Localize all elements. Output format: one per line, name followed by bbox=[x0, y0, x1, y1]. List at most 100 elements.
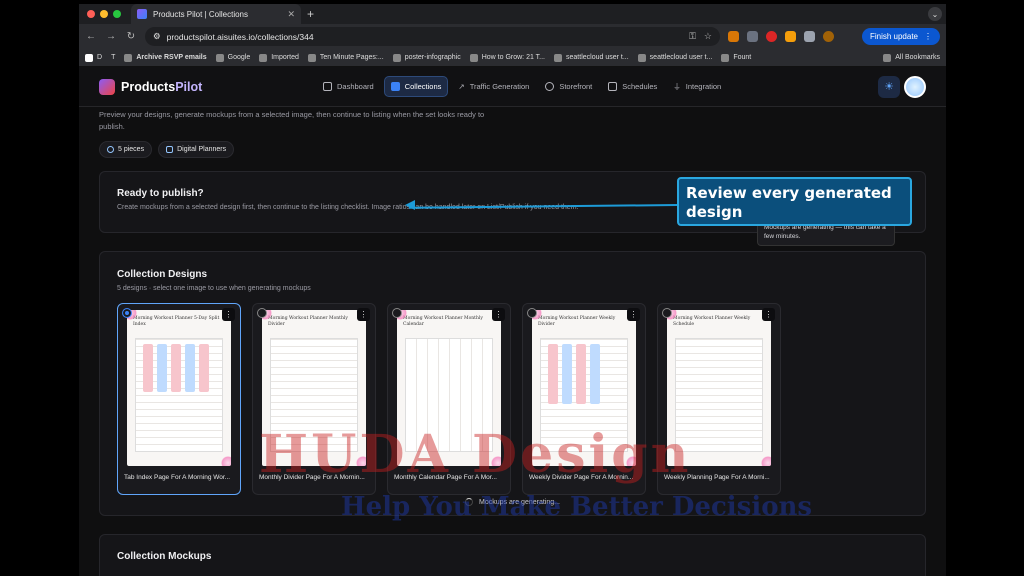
bookmark-icon bbox=[215, 53, 224, 62]
profile-icon[interactable] bbox=[823, 31, 834, 42]
app-header: ProductsPilot Dashboard Collections ↗ Tra… bbox=[79, 67, 946, 107]
rocket-logo-icon bbox=[99, 78, 115, 95]
annotation-arrow-head bbox=[405, 200, 415, 210]
select-radio[interactable] bbox=[662, 308, 672, 318]
key-icon[interactable]: ⚿ bbox=[689, 31, 696, 42]
bookmark-item[interactable]: How to Grow: 21 T... bbox=[469, 53, 545, 62]
bookmark-item[interactable]: D bbox=[85, 53, 102, 62]
sun-icon: ☀ bbox=[884, 81, 894, 93]
more-options-icon[interactable]: ⋮ bbox=[627, 308, 640, 321]
nav-dashboard[interactable]: Dashboard bbox=[317, 76, 380, 97]
design-thumb-title: Morning Workout Planner Weekly Divider bbox=[538, 316, 616, 327]
bookmark-icon bbox=[392, 53, 401, 62]
extension-icon[interactable] bbox=[747, 31, 758, 42]
bookmark-icon bbox=[124, 53, 133, 62]
tag-icon bbox=[166, 146, 174, 153]
url-text: productspilot.aisuites.io/collections/34… bbox=[166, 31, 314, 42]
select-radio[interactable] bbox=[392, 308, 402, 318]
bookmark-item[interactable]: Archive RSVP emails bbox=[124, 53, 207, 62]
new-tab-icon[interactable]: + bbox=[307, 7, 314, 21]
more-options-icon[interactable]: ⋮ bbox=[357, 308, 370, 321]
bookmark-icon bbox=[307, 53, 316, 62]
url-input[interactable]: ⚙ productspilot.aisuites.io/collections/… bbox=[145, 27, 720, 46]
star-icon[interactable]: ☆ bbox=[704, 31, 712, 42]
designs-title: Collection Designs bbox=[117, 269, 208, 280]
close-window-button[interactable] bbox=[87, 10, 95, 18]
nav-traffic-generation[interactable]: ↗ Traffic Generation bbox=[452, 76, 535, 97]
all-bookmarks-button[interactable]: All Bookmarks bbox=[883, 53, 940, 62]
design-thumb-title: Morning Workout Planner Weekly Schedule bbox=[673, 316, 751, 327]
theme-toggle-button[interactable]: ☀ bbox=[878, 75, 900, 98]
bookmark-icon bbox=[554, 53, 563, 62]
mockups-card: Collection Mockups bbox=[99, 534, 926, 576]
design-card[interactable]: Morning Workout Planner 5-Day Split Inde… bbox=[117, 303, 241, 495]
collection-chips: 5 pieces Digital Planners bbox=[99, 141, 926, 158]
browser-window: Products Pilot | Collections ✕ + ⌄ ← → ↻… bbox=[79, 4, 946, 576]
design-preview-image: Morning Workout Planner 5-Day Split Inde… bbox=[127, 310, 231, 466]
trend-icon: ↗ bbox=[458, 82, 465, 91]
collection-intro: Preview your designs, generate mockups f… bbox=[99, 110, 485, 131]
select-radio[interactable] bbox=[257, 308, 267, 318]
bookmarks-bar: D T Archive RSVP emails Google Imported … bbox=[79, 49, 946, 67]
annotation-callout: Review every generated design bbox=[677, 177, 912, 226]
finish-update-label: Finish update bbox=[869, 32, 918, 41]
home-icon bbox=[323, 82, 332, 91]
bookmark-item[interactable]: Ten Minute Pages:... bbox=[307, 53, 384, 62]
tab-search-icon[interactable]: ⌄ bbox=[928, 7, 942, 21]
more-options-icon[interactable]: ⋮ bbox=[762, 308, 775, 321]
tab-bar: Products Pilot | Collections ✕ + ⌄ bbox=[79, 4, 946, 24]
design-thumb-title: Morning Workout Planner 5-Day Split Inde… bbox=[133, 316, 220, 327]
finish-update-button[interactable]: Finish update ⋮ bbox=[861, 28, 940, 45]
favicon-icon bbox=[137, 9, 147, 19]
folder-icon bbox=[721, 53, 730, 62]
more-options-icon[interactable]: ⋮ bbox=[492, 308, 505, 321]
site-info-icon[interactable]: ⚙ bbox=[153, 31, 161, 42]
tab-title: Products Pilot | Collections bbox=[153, 9, 249, 19]
more-icon: ⋮ bbox=[924, 32, 932, 41]
pieces-chip: 5 pieces bbox=[99, 141, 153, 158]
bookmark-item[interactable]: T bbox=[111, 54, 115, 61]
extensions-puzzle-icon[interactable] bbox=[804, 31, 815, 42]
design-thumb-title: Morning Workout Planner Monthly Divider bbox=[268, 316, 348, 327]
calendar-icon bbox=[608, 82, 618, 91]
window-controls bbox=[87, 10, 121, 18]
close-tab-icon[interactable]: ✕ bbox=[287, 9, 295, 20]
bookmark-icon bbox=[85, 53, 93, 62]
back-icon[interactable]: ← bbox=[85, 31, 97, 42]
category-chip: Digital Planners bbox=[158, 141, 235, 158]
nav-collections[interactable]: Collections bbox=[383, 76, 449, 97]
nav-schedules[interactable]: Schedules bbox=[602, 76, 663, 97]
plug-icon: ⏚ bbox=[673, 82, 681, 91]
design-label: Tab Index Page For A Morning Wor... bbox=[124, 474, 231, 481]
app-logo[interactable]: ProductsPilot bbox=[99, 78, 203, 95]
bookmark-item[interactable]: Fount bbox=[721, 53, 751, 62]
nav-storefront[interactable]: Storefront bbox=[539, 76, 598, 97]
select-radio[interactable] bbox=[122, 308, 132, 318]
bookmark-item[interactable]: Google bbox=[215, 53, 250, 62]
bookmark-item[interactable]: poster-infographic bbox=[392, 53, 461, 62]
collections-icon bbox=[390, 82, 400, 91]
bookmark-item[interactable]: Imported bbox=[259, 53, 299, 62]
extension-icon[interactable] bbox=[766, 31, 777, 42]
bookmark-icon bbox=[637, 53, 646, 62]
maximize-window-button[interactable] bbox=[113, 10, 121, 18]
extension-icon[interactable] bbox=[785, 31, 796, 42]
forward-icon[interactable]: → bbox=[105, 31, 117, 42]
browser-tab[interactable]: Products Pilot | Collections ✕ bbox=[131, 4, 301, 24]
layers-icon bbox=[107, 146, 114, 153]
storefront-icon bbox=[545, 82, 555, 91]
mockups-title: Collection Mockups bbox=[117, 551, 212, 562]
extension-icon[interactable] bbox=[728, 31, 739, 42]
select-radio[interactable] bbox=[527, 308, 537, 318]
nav-integration[interactable]: ⏚ Integration bbox=[667, 76, 727, 97]
user-avatar[interactable] bbox=[904, 75, 926, 98]
reload-icon[interactable]: ↻ bbox=[125, 31, 137, 42]
watermark-tagline: Help You Make Better Decisions bbox=[341, 492, 813, 522]
folder-icon bbox=[259, 53, 268, 62]
bookmark-icon bbox=[469, 53, 478, 62]
more-options-icon[interactable]: ⋮ bbox=[222, 308, 235, 321]
bookmark-item[interactable]: seattlecloud user t... bbox=[554, 53, 629, 62]
minimize-window-button[interactable] bbox=[100, 10, 108, 18]
logo-text-accent: Pilot bbox=[175, 79, 203, 94]
bookmark-item[interactable]: seattlecloud user t... bbox=[637, 53, 712, 62]
